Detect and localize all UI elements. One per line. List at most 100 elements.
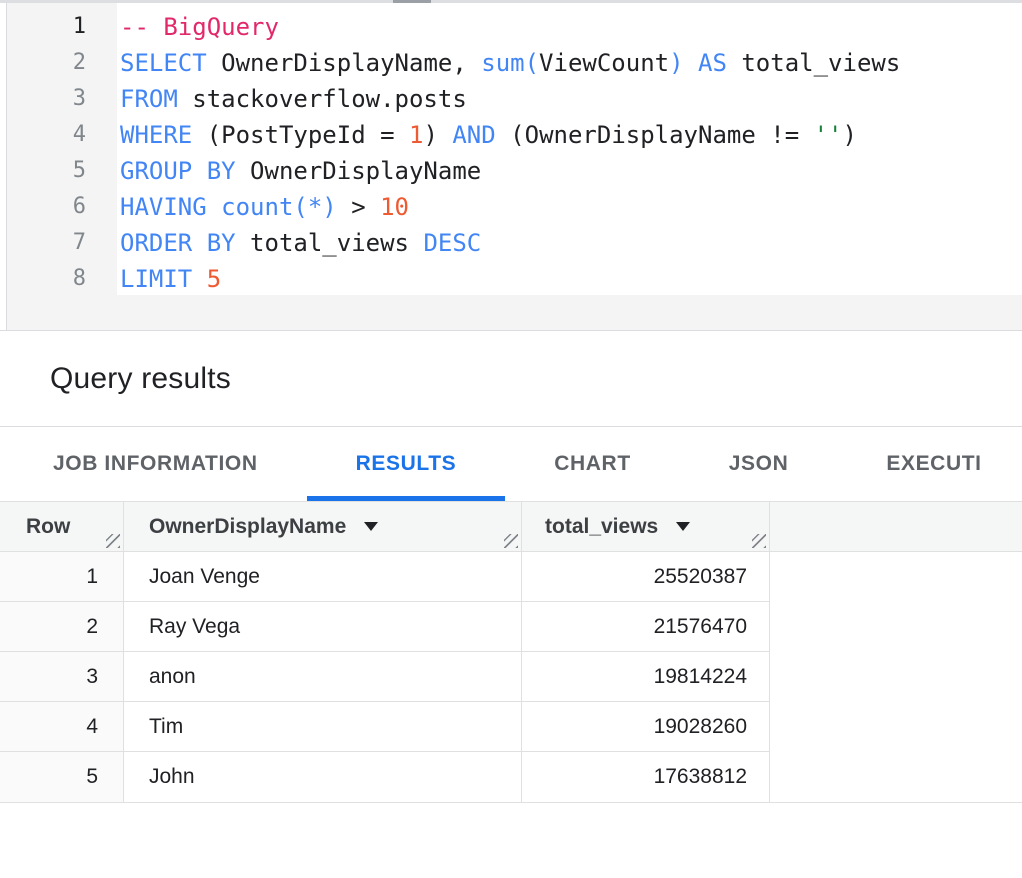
- column-header-label: OwnerDisplayName: [149, 515, 346, 539]
- table-row: 2Ray Vega21576470: [0, 602, 1022, 652]
- cell-row: 5: [0, 752, 124, 802]
- sql-token-pl: total_views: [727, 49, 900, 77]
- sql-token-kw: AND: [452, 121, 495, 149]
- table-header-row: Row OwnerDisplayName total_views: [0, 502, 1022, 552]
- cell-owner: Ray Vega: [124, 602, 522, 652]
- column-resize-handle-icon[interactable]: [504, 534, 518, 548]
- sql-code-editor[interactable]: -- BigQuery SELECT OwnerDisplayName, sum(…: [117, 3, 1022, 295]
- tab-chart[interactable]: CHART: [505, 427, 680, 501]
- table-row: 3anon19814224: [0, 652, 1022, 702]
- line-number: 6: [8, 189, 117, 225]
- code-line-6[interactable]: HAVING count(*) > 10: [120, 189, 1022, 225]
- column-header-label: total_views: [545, 515, 658, 539]
- cell-row: 1: [0, 552, 124, 602]
- column-resize-handle-icon[interactable]: [106, 534, 120, 548]
- code-line-4[interactable]: WHERE (PostTypeId = 1) AND (OwnerDisplay…: [120, 117, 1022, 153]
- sql-editor-panel: 12345678 -- BigQuerySELECT OwnerDisplayN…: [0, 0, 1022, 331]
- table-body: 1Joan Venge255203872Ray Vega215764703ano…: [0, 552, 1022, 802]
- sql-token-kw: SELECT: [120, 49, 207, 77]
- sql-token-kw: AS: [684, 49, 727, 77]
- sql-token-num: 10: [380, 193, 409, 221]
- row-spacer-cell: [770, 752, 1022, 802]
- sql-token-kw: WHERE: [120, 121, 192, 149]
- sql-token-kw: FROM: [120, 85, 178, 113]
- row-spacer-cell: [770, 652, 1022, 702]
- cell-owner: anon: [124, 652, 522, 702]
- column-resize-handle-icon[interactable]: [752, 534, 766, 548]
- sql-token-pl: ViewCount: [539, 49, 669, 77]
- cell-owner: John: [124, 752, 522, 802]
- tab-executi[interactable]: EXECUTI: [837, 427, 1022, 501]
- sql-token-pl: OwnerDisplayName: [236, 157, 482, 185]
- sql-token-fn: sum(: [481, 49, 539, 77]
- sql-token-fn: count(*): [221, 193, 337, 221]
- tab-json[interactable]: JSON: [680, 427, 838, 501]
- cell-owner: Joan Venge: [124, 552, 522, 602]
- column-header-views: total_views: [522, 502, 770, 551]
- tab-label: RESULTS: [356, 452, 457, 476]
- column-dropdown-arrow-icon[interactable]: [364, 522, 378, 531]
- code-line-2[interactable]: SELECT OwnerDisplayName, sum(ViewCount) …: [120, 45, 1022, 81]
- column-header-spacer: [770, 502, 1022, 551]
- code-line-8[interactable]: LIMIT 5: [120, 261, 1022, 297]
- sql-token-pl: >: [337, 193, 380, 221]
- line-number: 1: [8, 9, 117, 45]
- tab-label: JOB INFORMATION: [53, 452, 258, 476]
- row-spacer-cell: [770, 702, 1022, 752]
- code-line-5[interactable]: GROUP BY OwnerDisplayName: [120, 153, 1022, 189]
- sql-token-kw: ORDER BY: [120, 229, 236, 257]
- editor-left-gutter-edge: [0, 3, 7, 330]
- cell-views: 25520387: [522, 552, 770, 602]
- sql-token-pl: ): [843, 121, 857, 149]
- sql-token-num: 1: [409, 121, 423, 149]
- sql-token-pl: OwnerDisplayName,: [207, 49, 482, 77]
- line-number: 7: [8, 225, 117, 261]
- sql-token-kw: DESC: [423, 229, 481, 257]
- line-number: 2: [8, 45, 117, 81]
- sql-token-pl: total_views: [236, 229, 424, 257]
- page-title: Query results: [50, 362, 231, 396]
- tab-label: CHART: [554, 452, 631, 476]
- column-header-row: Row: [0, 502, 124, 551]
- cell-row: 2: [0, 602, 124, 652]
- line-number: 3: [8, 81, 117, 117]
- tab-job-information[interactable]: JOB INFORMATION: [4, 427, 307, 501]
- sql-token-kw: LIMIT: [120, 265, 192, 293]
- table-row: 4Tim19028260: [0, 702, 1022, 752]
- line-number: 4: [8, 117, 117, 153]
- sql-token-kw: GROUP BY: [120, 157, 236, 185]
- tab-label: EXECUTI: [886, 452, 981, 476]
- cell-owner: Tim: [124, 702, 522, 752]
- table-row: 1Joan Venge25520387: [0, 552, 1022, 602]
- line-number: 8: [8, 261, 117, 297]
- results-tab-bar: JOB INFORMATION RESULTS CHART JSON EXECUTI: [0, 427, 1022, 501]
- cell-row: 4: [0, 702, 124, 752]
- sql-token-pl: (OwnerDisplayName !=: [496, 121, 814, 149]
- code-line-7[interactable]: ORDER BY total_views DESC: [120, 225, 1022, 261]
- sql-token-pl: stackoverflow.posts: [178, 85, 467, 113]
- cell-views: 19814224: [522, 652, 770, 702]
- sql-token-pl: (PostTypeId =: [192, 121, 409, 149]
- column-header-label: Row: [26, 515, 70, 539]
- results-table: Row OwnerDisplayName total_views 1Joan Ven…: [0, 501, 1022, 803]
- table-row: 5John17638812: [0, 752, 1022, 802]
- code-line-1[interactable]: -- BigQuery: [120, 9, 1022, 45]
- cell-views: 19028260: [522, 702, 770, 752]
- cell-views: 17638812: [522, 752, 770, 802]
- row-spacer-cell: [770, 602, 1022, 652]
- code-line-3[interactable]: FROM stackoverflow.posts: [120, 81, 1022, 117]
- tab-results[interactable]: RESULTS: [307, 427, 506, 501]
- line-number-gutter: 12345678: [8, 3, 117, 297]
- column-dropdown-arrow-icon[interactable]: [676, 522, 690, 531]
- tab-label: JSON: [729, 452, 789, 476]
- sql-token-fn: ): [669, 49, 683, 77]
- column-header-owner: OwnerDisplayName: [124, 502, 522, 551]
- sql-token-str: '': [814, 121, 843, 149]
- sql-token-com: -- BigQuery: [120, 13, 279, 41]
- query-results-header: Query results: [0, 331, 1022, 427]
- cell-row: 3: [0, 652, 124, 702]
- cell-views: 21576470: [522, 602, 770, 652]
- sql-token-pl: ): [423, 121, 452, 149]
- row-spacer-cell: [770, 552, 1022, 602]
- line-number: 5: [8, 153, 117, 189]
